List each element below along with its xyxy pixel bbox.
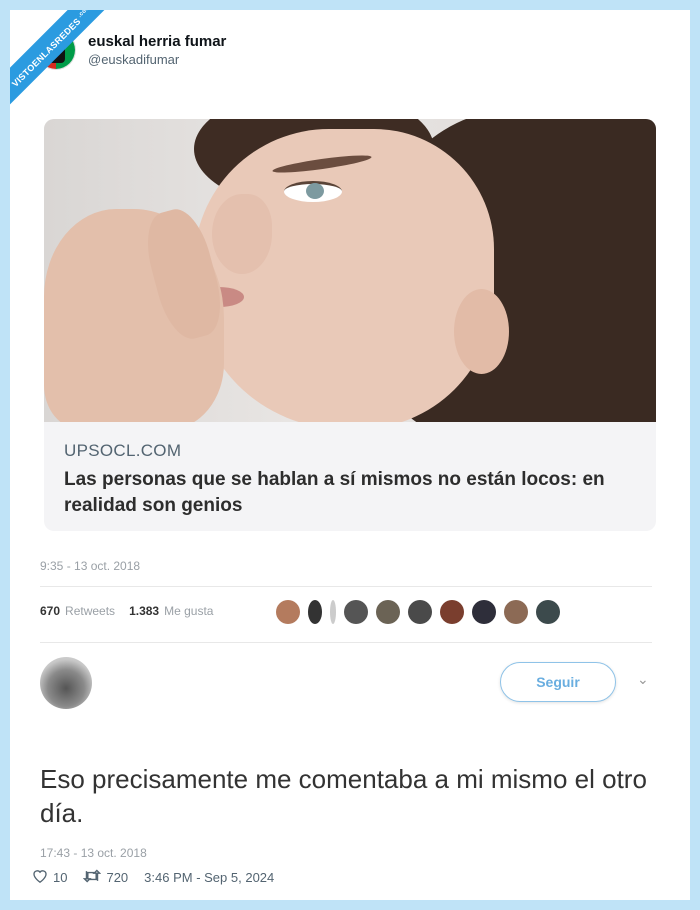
liker-avatar[interactable] xyxy=(472,600,496,624)
liker-avatar[interactable] xyxy=(536,600,560,624)
user-handle[interactable]: @euskadifumar xyxy=(88,52,226,67)
liker-avatar[interactable] xyxy=(376,600,400,624)
post-timestamp[interactable]: 3:46 PM - Sep 5, 2024 xyxy=(144,870,274,885)
embedded-timestamp: 9:35 - 13 oct. 2018 xyxy=(40,559,141,573)
reply-avatar[interactable] xyxy=(40,657,92,709)
link-domain: UPSOCL.COM xyxy=(64,441,182,460)
retweet-icon xyxy=(83,868,106,886)
liker-avatar[interactable] xyxy=(308,600,322,624)
retweet-count: 720 xyxy=(106,869,129,885)
screenshot-image: UPSOCL.COM Las personas que se hablan a … xyxy=(10,98,690,860)
display-name[interactable]: euskal herria fumar xyxy=(88,33,226,50)
link-preview-card[interactable]: UPSOCL.COM Las personas que se hablan a … xyxy=(44,119,656,531)
liker-avatar[interactable] xyxy=(276,600,300,624)
like-action[interactable]: 10 xyxy=(32,868,67,886)
retweets-label: Retweets xyxy=(65,604,116,618)
reply-timestamp: 17:43 - 13 oct. 2018 xyxy=(40,846,147,860)
heart-icon xyxy=(32,868,53,886)
retweet-action[interactable]: 720 xyxy=(83,868,129,886)
liker-avatar[interactable] xyxy=(408,600,432,624)
follow-button[interactable]: Seguir xyxy=(500,662,616,702)
retweets-count: 670 xyxy=(40,604,61,618)
like-count: 10 xyxy=(53,869,68,885)
divider xyxy=(40,642,652,643)
likes-label: Me gusta xyxy=(164,604,214,618)
link-title: Las personas que se hablan a sí mismos n… xyxy=(64,469,605,516)
engagement-stats: 670 Retweets 1.383 Me gusta xyxy=(40,604,213,618)
reply-text: Eso precisamente me comentaba a mi mismo… xyxy=(40,764,647,828)
liker-avatar[interactable] xyxy=(440,600,464,624)
liker-avatar[interactable] xyxy=(504,600,528,624)
article-photo xyxy=(44,119,656,422)
post-footer: 10 720 3:46 PM - Sep 5, 2024 xyxy=(32,868,290,886)
post-card: VISTOENLASREDES.com euskal herria fumar … xyxy=(10,10,690,900)
liker-avatars xyxy=(276,600,568,624)
likes-count: 1.383 xyxy=(129,604,160,618)
chevron-down-icon[interactable]: ⌄ xyxy=(637,671,649,688)
liker-avatar[interactable] xyxy=(344,600,368,624)
watermark-suffix: .com xyxy=(77,10,93,19)
divider xyxy=(40,586,652,587)
liker-avatar[interactable] xyxy=(330,600,336,624)
